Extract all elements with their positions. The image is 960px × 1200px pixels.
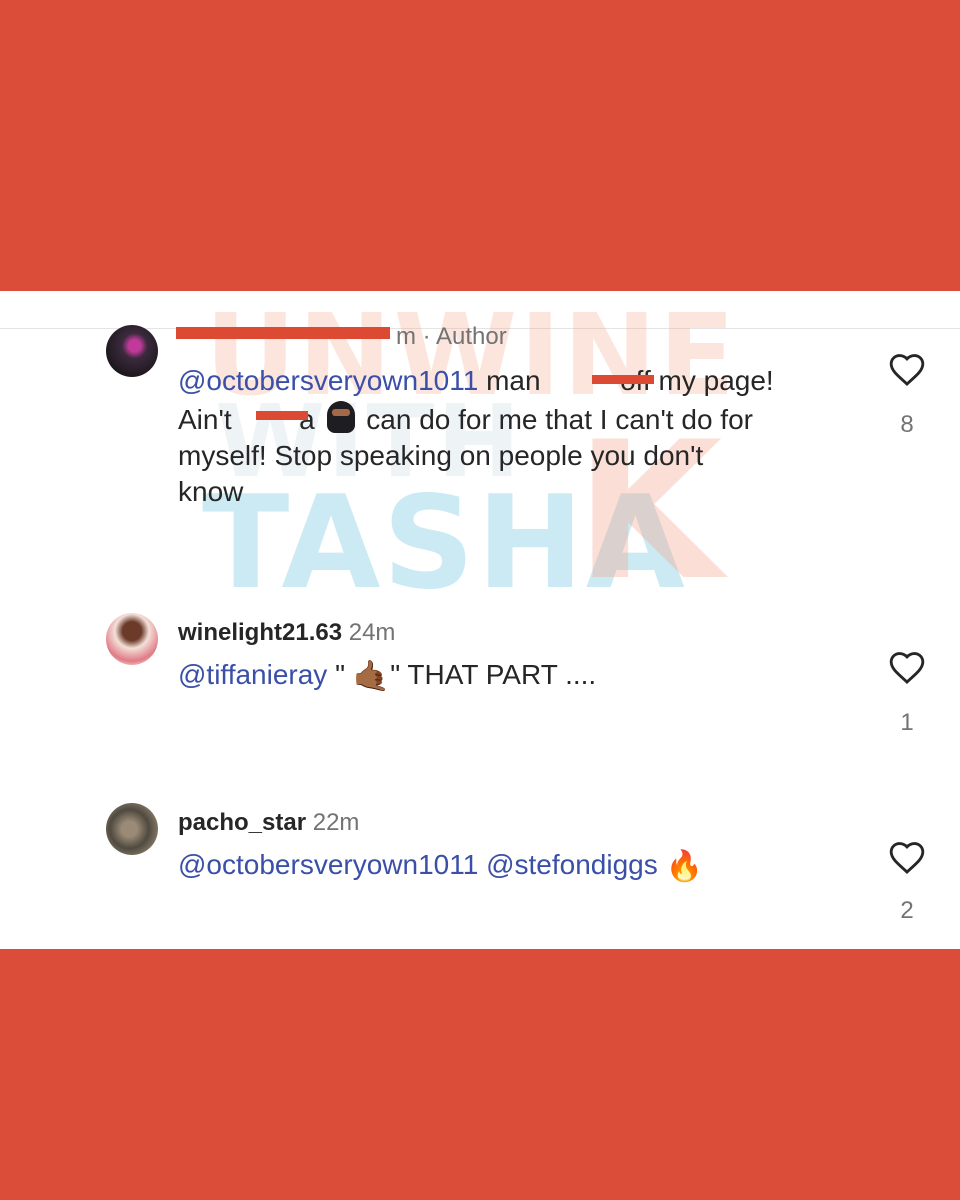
text-segment: " xyxy=(335,659,346,690)
text-segment: man xyxy=(486,365,541,396)
ninja-emoji-icon xyxy=(323,399,359,435)
text-segment: " THAT PART .... xyxy=(390,659,597,690)
heart-icon[interactable] xyxy=(888,839,926,875)
text-line-4: know xyxy=(178,476,244,507)
text-segment: Ain't xyxy=(178,404,232,435)
top-border-band xyxy=(0,0,960,291)
redaction-bar xyxy=(176,327,390,339)
avatar[interactable] xyxy=(106,325,158,377)
comment-meta: pacho_star 22m xyxy=(178,809,359,837)
like-count: 8 xyxy=(900,411,914,438)
comment-time: m xyxy=(396,323,416,350)
avatar[interactable] xyxy=(106,613,158,665)
like-count: 2 xyxy=(900,897,914,924)
censor-strike xyxy=(256,411,308,420)
censor-strike xyxy=(592,375,654,384)
comment-text: @tiffanieray " 🤙🏾" THAT PART .... xyxy=(178,657,868,695)
mention-link[interactable]: @tiffanieray xyxy=(178,659,327,690)
heart-icon[interactable] xyxy=(888,351,926,387)
meta-separator: · xyxy=(422,323,431,350)
call-me-hand-emoji-icon: 🤙🏾 xyxy=(352,660,391,693)
heart-icon[interactable] xyxy=(888,649,926,685)
comment-text: @octobersveryown1011 @stefondiggs 🔥 xyxy=(178,847,868,885)
mention-link[interactable]: @stefondiggs xyxy=(486,849,658,880)
text-line-3: myself! Stop speaking on people you don'… xyxy=(178,440,704,471)
text-segment: can do for me that I can't do for xyxy=(366,404,753,435)
comment-text: @octobersveryown1011 man off my page! Ai… xyxy=(178,363,868,510)
like-count: 1 xyxy=(900,709,914,736)
comment-time: 22m xyxy=(312,809,360,836)
username[interactable]: pacho_star xyxy=(178,809,306,836)
fire-emoji-icon: 🔥 xyxy=(665,850,703,883)
comments-panel: UNWINE WITH TASHA K m · Author @octobers… xyxy=(0,291,960,949)
mention-link[interactable]: @octobersveryown1011 xyxy=(178,849,478,880)
avatar[interactable] xyxy=(106,803,158,855)
mention-link[interactable]: @octobersveryown1011 xyxy=(178,365,478,396)
author-badge: Author xyxy=(436,323,507,350)
comment-meta: winelight21.63 24m xyxy=(178,619,395,647)
bottom-border-band xyxy=(0,949,960,1200)
username[interactable]: winelight21.63 xyxy=(178,619,342,646)
comment-time: 24m xyxy=(348,619,396,646)
